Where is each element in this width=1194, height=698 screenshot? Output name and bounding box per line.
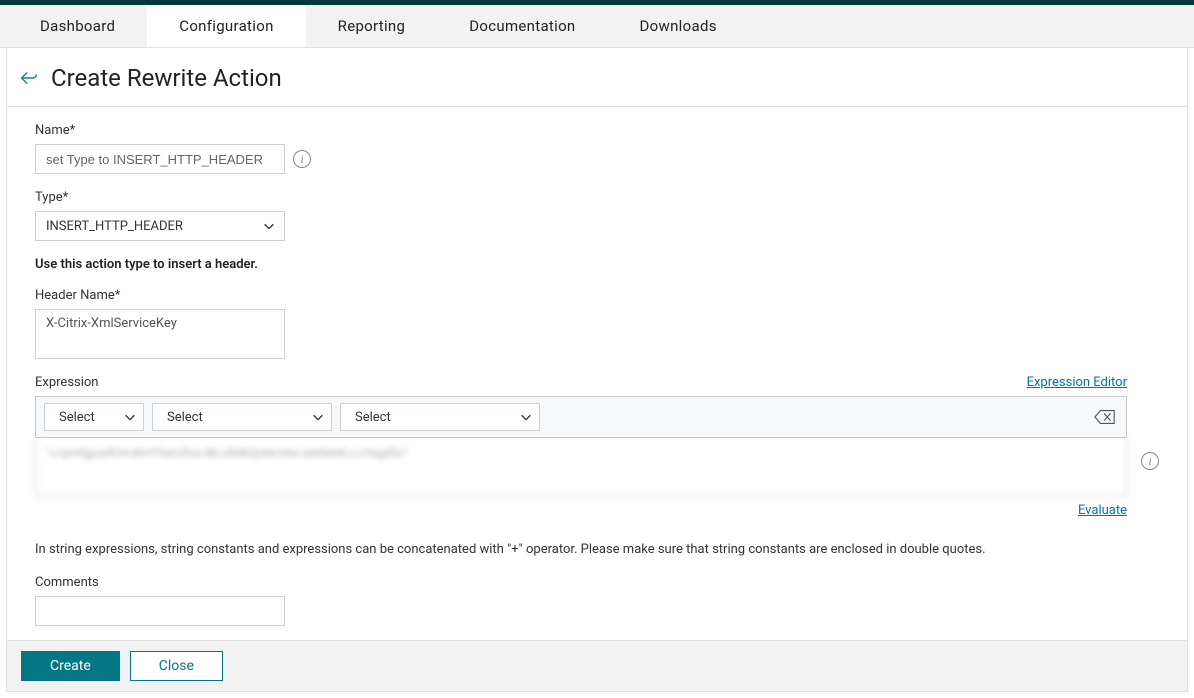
back-arrow-icon[interactable] [17,67,39,89]
type-label: Type* [35,190,1159,205]
info-icon[interactable]: i [1141,452,1159,470]
chevron-down-icon [123,410,137,424]
expr-select-3-value: Select [355,410,391,425]
expression-textarea[interactable]: "u-tpHSjpuefUVuKHTSeh2fus-iBLoIMKQzNr24w… [35,438,1127,496]
name-label: Name* [35,123,1159,138]
type-hint: Use this action type to insert a header. [35,257,1159,272]
expression-editor-link[interactable]: Expression Editor [1027,375,1127,390]
expression-label: Expression [35,375,99,390]
chevron-down-icon [311,410,325,424]
chevron-down-icon [519,410,533,424]
expr-select-1-value: Select [59,410,95,425]
tab-reporting[interactable]: Reporting [306,5,438,47]
header-name-input[interactable]: X-Citrix-XmlServiceKey [35,309,285,359]
tab-configuration[interactable]: Configuration [147,5,305,47]
expr-select-3[interactable]: Select [340,403,540,431]
info-icon[interactable]: i [293,150,311,168]
page-title: Create Rewrite Action [51,64,282,92]
tab-documentation[interactable]: Documentation [437,5,607,47]
clear-expression-icon[interactable] [1094,409,1116,425]
expression-toolbar: Select Select Select [35,396,1127,438]
tab-dashboard[interactable]: Dashboard [8,5,147,47]
expr-select-2[interactable]: Select [152,403,332,431]
close-button[interactable]: Close [130,651,223,681]
name-input[interactable] [35,144,285,174]
expr-select-2-value: Select [167,410,203,425]
concat-hint: In string expressions, string constants … [35,542,1159,557]
expr-select-1[interactable]: Select [44,403,144,431]
header-name-label: Header Name* [35,288,1159,303]
type-select[interactable]: INSERT_HTTP_HEADER [35,211,285,241]
chevron-down-icon [262,219,276,233]
tab-downloads[interactable]: Downloads [608,5,749,47]
create-button[interactable]: Create [21,651,120,681]
comments-input[interactable] [35,596,285,626]
evaluate-link[interactable]: Evaluate [1078,503,1127,518]
main-tabs: Dashboard Configuration Reporting Docume… [0,5,1194,48]
type-select-value: INSERT_HTTP_HEADER [46,219,183,234]
header-name-value: X-Citrix-XmlServiceKey [46,316,177,331]
comments-label: Comments [35,575,1159,590]
